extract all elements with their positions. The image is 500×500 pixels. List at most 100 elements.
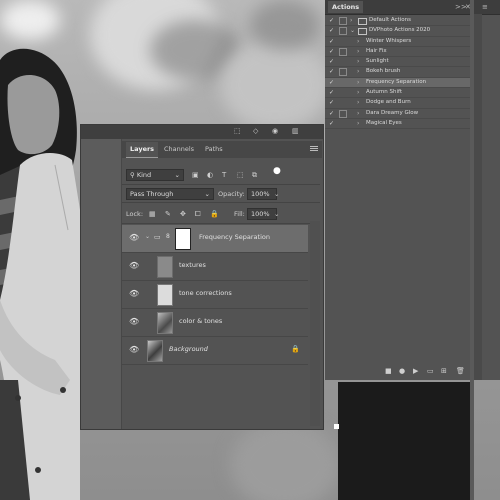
toggle-check-icon[interactable]: ✓ — [328, 67, 335, 76]
filter-toggle-icon[interactable]: ● — [273, 166, 281, 176]
chevron-right-icon[interactable]: › — [357, 37, 359, 46]
record-icon[interactable]: ● — [399, 367, 405, 375]
action-row[interactable]: ✓ › Default Actions — [325, 16, 473, 27]
visibility-eye-icon[interactable]: 👁 — [129, 345, 139, 354]
chevron-down-icon[interactable]: ⌄ — [145, 233, 150, 240]
chevron-right-icon[interactable]: › — [350, 16, 352, 25]
fill-dropdown-icon[interactable]: ⌄ — [274, 209, 279, 219]
panel-menu-icon[interactable]: ≡ — [482, 2, 488, 12]
toggle-check-icon[interactable]: ✓ — [328, 16, 335, 25]
visibility-eye-icon[interactable]: 👁 — [129, 233, 139, 242]
layer-row-frequency-separation[interactable]: 👁 ⌄ ▭ 8 Frequency Separation — [122, 225, 308, 253]
chevron-right-icon[interactable]: › — [357, 78, 359, 87]
toggle-check-icon[interactable]: ✓ — [328, 109, 335, 118]
dialog-toggle-icon[interactable] — [339, 27, 347, 36]
chevron-right-icon[interactable]: › — [357, 47, 359, 56]
chevron-right-icon[interactable]: › — [357, 88, 359, 97]
action-row[interactable]: ✓ › Magical Eyes — [325, 119, 473, 130]
opacity-input[interactable]: 100% — [247, 188, 277, 200]
layer-row-background[interactable]: 👁 Background 🔒 — [122, 337, 308, 365]
layer-row-tone-corrections[interactable]: 👁 tone corrections — [122, 281, 308, 309]
action-row[interactable]: ✓ ⌄ DVPhoto Actions 2020 — [325, 26, 473, 37]
transform-handle[interactable] — [334, 424, 339, 429]
layer-thumbnail[interactable] — [157, 256, 173, 278]
action-row[interactable]: ✓ › Autumn Shift — [325, 88, 473, 99]
tab-channels[interactable]: Channels — [160, 144, 198, 155]
action-row[interactable]: ✓ › Hair Fix — [325, 47, 473, 58]
filter-kind-select[interactable]: ⚲ Kind ⌄ — [126, 169, 184, 181]
lock-artboard-icon[interactable]: ⧠ — [195, 209, 201, 219]
lock-transparent-icon[interactable]: ▦ — [149, 209, 156, 219]
lock-position-icon[interactable]: ✥ — [180, 209, 186, 219]
visibility-eye-icon[interactable]: 👁 — [129, 317, 139, 326]
dialog-toggle-icon[interactable] — [339, 99, 347, 107]
dialog-toggle-icon[interactable] — [339, 89, 347, 97]
action-row[interactable]: ✓ › Winter Whispers — [325, 37, 473, 47]
layers-menu-icon[interactable] — [310, 146, 318, 147]
chevron-right-icon[interactable]: › — [357, 98, 359, 107]
chevron-right-icon[interactable]: › — [357, 57, 359, 66]
grid-icon[interactable]: ⬚ — [234, 127, 241, 135]
layer-mask-thumbnail[interactable] — [175, 228, 191, 250]
layer-row-textures[interactable]: 👁 textures — [122, 253, 308, 281]
fill-input[interactable]: 100% — [247, 208, 277, 220]
smart-object-filter-icon[interactable]: ⧉ — [252, 170, 257, 180]
stop-icon[interactable]: ■ — [385, 367, 392, 375]
dialog-toggle-icon[interactable] — [339, 38, 347, 46]
adjustment-filter-icon[interactable]: ◐ — [207, 170, 213, 180]
filter-kind-label: Kind — [136, 171, 152, 179]
visibility-eye-icon[interactable]: 👁 — [129, 261, 139, 270]
visibility-eye-icon[interactable]: 👁 — [129, 289, 139, 298]
lock-all-icon[interactable]: 🔒 — [210, 209, 219, 219]
lock-brush-icon[interactable]: ✎ — [165, 209, 171, 219]
toggle-check-icon[interactable]: ✓ — [328, 119, 335, 128]
dialog-toggle-icon[interactable] — [339, 68, 347, 77]
action-row[interactable]: ✓ › Bokeh brush — [325, 67, 473, 78]
layer-thumbnail[interactable] — [157, 312, 173, 334]
play-icon[interactable]: ▶ — [413, 367, 418, 375]
dialog-toggle-icon[interactable] — [339, 109, 347, 118]
toggle-check-icon[interactable]: ✓ — [328, 26, 335, 35]
dialog-toggle-icon[interactable] — [339, 17, 347, 25]
layer-thumbnail[interactable] — [147, 340, 163, 362]
chevron-down-icon[interactable]: ⌄ — [350, 26, 355, 35]
new-action-icon[interactable]: ⊞ — [441, 367, 447, 375]
dialog-toggle-icon[interactable] — [339, 47, 347, 56]
type-filter-icon[interactable]: T — [222, 170, 226, 180]
chevron-right-icon[interactable]: › — [357, 109, 359, 118]
toggle-check-icon[interactable]: ✓ — [328, 78, 335, 87]
new-set-icon[interactable]: ▭ — [427, 367, 434, 375]
chevron-down-icon: ⌄ — [204, 190, 210, 198]
action-row[interactable]: ✓ › Dodge and Burn — [325, 98, 473, 109]
tab-actions[interactable]: Actions — [328, 1, 364, 13]
link-icon[interactable]: 8 — [166, 233, 170, 240]
action-row[interactable]: ✓ › Sunlight — [325, 57, 473, 68]
chevron-right-icon[interactable]: › — [357, 67, 359, 76]
layer-thumbnail[interactable] — [157, 284, 173, 306]
dialog-toggle-icon[interactable] — [339, 79, 347, 87]
actions-scrollbar[interactable] — [474, 14, 482, 380]
eye-icon[interactable]: ◉ — [272, 127, 278, 135]
toggle-check-icon[interactable]: ✓ — [328, 37, 335, 46]
layers-scrollbar[interactable] — [310, 221, 320, 426]
toggle-check-icon[interactable]: ✓ — [328, 57, 335, 66]
dialog-toggle-icon[interactable] — [339, 120, 347, 128]
diamond-icon[interactable]: ◇ — [253, 127, 258, 135]
shape-filter-icon[interactable]: ⬚ — [237, 170, 244, 180]
chevron-right-icon[interactable]: › — [357, 119, 359, 128]
tab-layers[interactable]: Layers — [126, 142, 159, 158]
lock-icon[interactable]: 🔒 — [291, 345, 300, 353]
pixel-filter-icon[interactable]: ▣ — [192, 170, 199, 180]
delete-icon[interactable]: 🗑 — [456, 367, 465, 375]
action-row[interactable]: ✓ › Dara Dreamy Glow — [325, 109, 473, 119]
trash-icon[interactable]: ▥ — [292, 127, 299, 135]
toggle-check-icon[interactable]: ✓ — [328, 98, 335, 107]
opacity-dropdown-icon[interactable]: ⌄ — [274, 189, 279, 199]
toggle-check-icon[interactable]: ✓ — [328, 47, 335, 56]
blend-mode-select[interactable]: Pass Through ⌄ — [126, 188, 214, 200]
action-row[interactable]: ✓ › Frequency Separation — [325, 77, 473, 89]
layer-row-color-and-tones[interactable]: 👁 color & tones — [122, 309, 308, 337]
tab-paths[interactable]: Paths — [201, 144, 227, 155]
toggle-check-icon[interactable]: ✓ — [328, 88, 335, 97]
dialog-toggle-icon[interactable] — [339, 58, 347, 66]
